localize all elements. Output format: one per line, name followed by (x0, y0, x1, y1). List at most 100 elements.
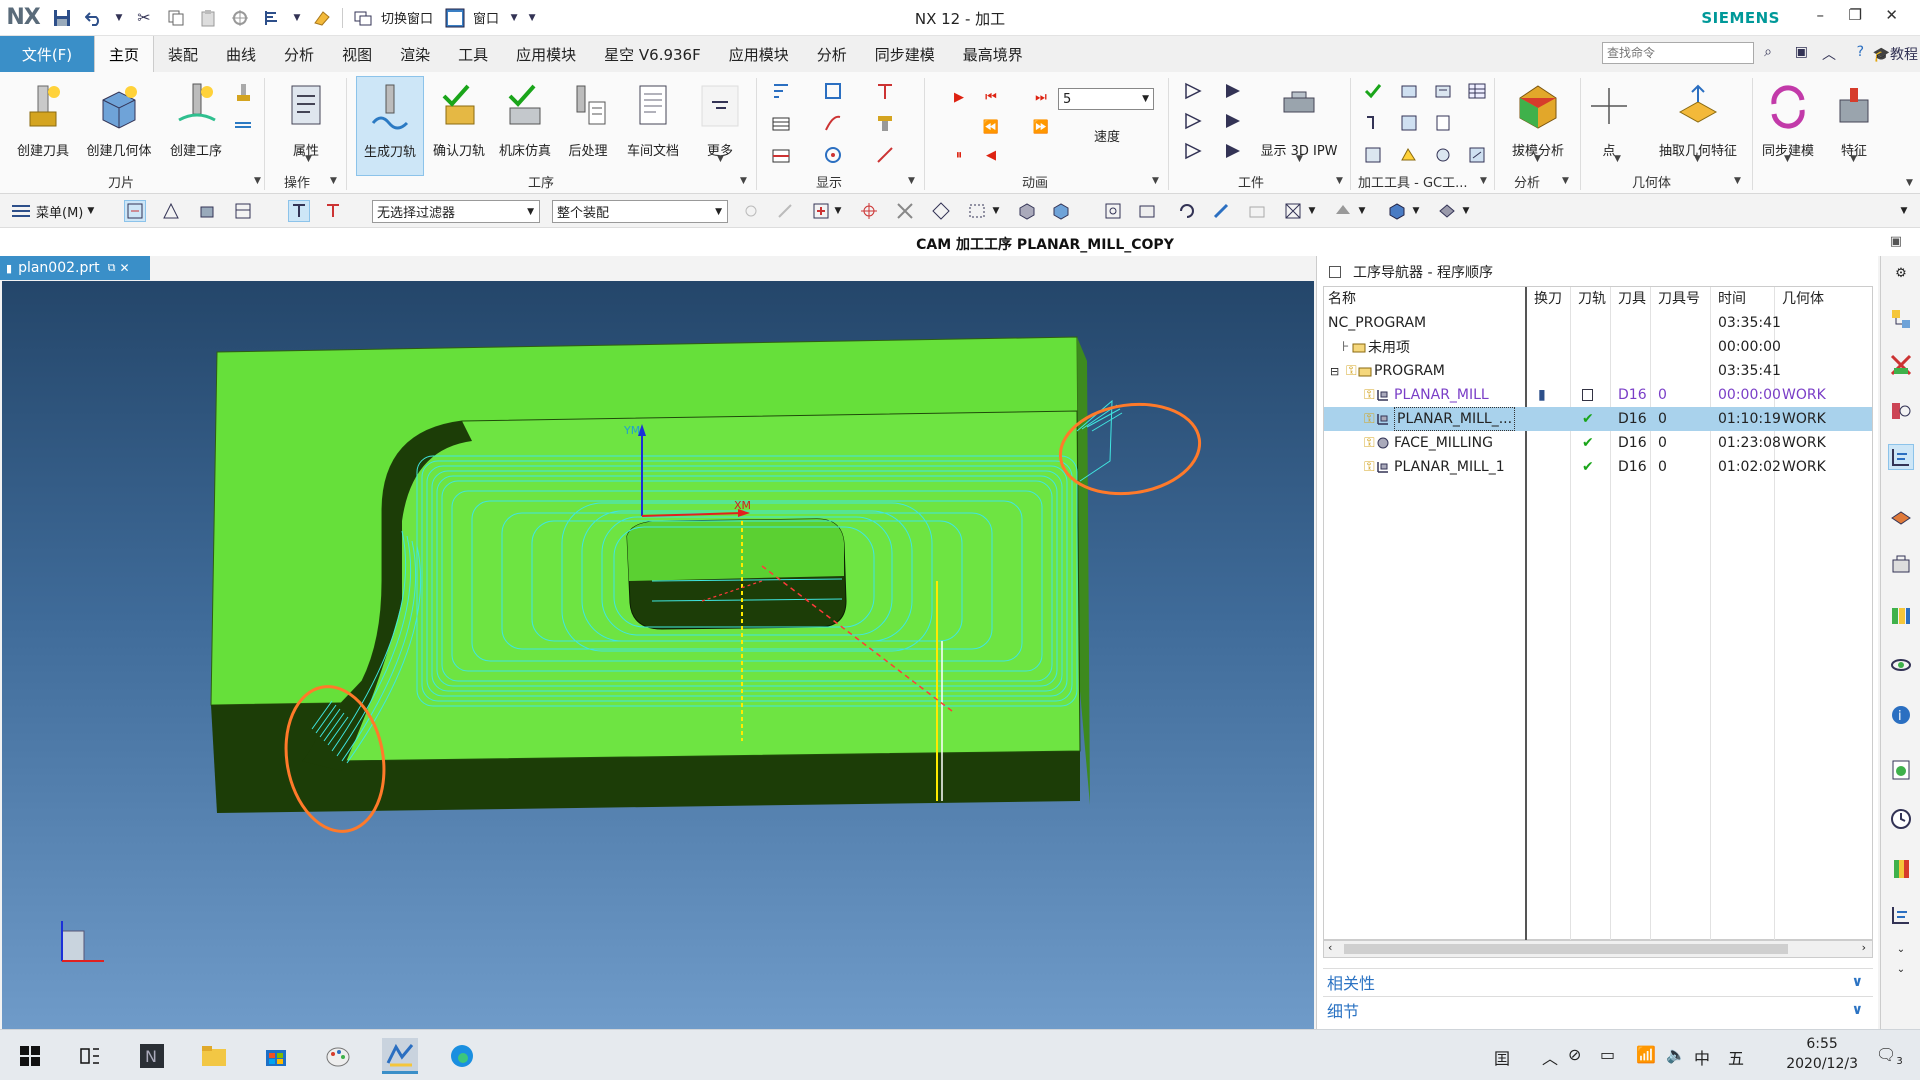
save-icon[interactable] (49, 5, 75, 31)
select-sphere-icon[interactable] (930, 200, 952, 222)
create-geometry-button[interactable]: 创建几何体 (80, 76, 158, 176)
fast-back-icon[interactable]: ⏪ (980, 116, 1002, 138)
toolbar-more-icon[interactable]: ▼ (1898, 200, 1910, 222)
wireframe-view-icon[interactable] (1050, 200, 1072, 222)
orient-view-icon[interactable] (1246, 200, 1268, 222)
chevron-down-icon[interactable]: ▼ (113, 5, 125, 31)
eraser-icon[interactable] (309, 5, 335, 31)
copy-icon[interactable] (163, 5, 189, 31)
gc-tool-5-icon[interactable] (1362, 112, 1384, 134)
table-row[interactable]: ⚿ PLANAR_MILL_1 ✔ D16 0 01:02:02 WORK (1324, 455, 1872, 479)
collapse-ribbon-icon[interactable]: ︿ (1822, 44, 1836, 64)
group-workpiece-expand-icon[interactable]: ▼ (1336, 176, 1343, 186)
select-component-icon[interactable] (232, 200, 254, 222)
table-row[interactable]: ⚿ PLANAR_MILL ▮ D16 0 00:00:00 WORK (1324, 383, 1872, 407)
select-feature-icon[interactable] (124, 200, 146, 222)
table-row[interactable]: ⊦ 未用项 00:00:00 (1324, 335, 1872, 359)
info-icon[interactable]: i (1888, 702, 1914, 728)
command-finder-icon[interactable] (259, 5, 285, 31)
constraint-navigator-icon[interactable] (1888, 398, 1914, 424)
file-menu-button[interactable]: 文件(F) (0, 36, 94, 72)
dependencies-panel-header[interactable]: 相关性 ∨ (1323, 968, 1873, 994)
workpiece-view-4-icon[interactable] (1222, 110, 1244, 132)
gc-tool-11-icon[interactable] (1466, 144, 1488, 166)
help-icon[interactable]: ? (1857, 44, 1864, 60)
play-icon[interactable]: ▶ (948, 86, 970, 108)
chevron-down-icon[interactable]: ▼ (1356, 200, 1368, 222)
detach-tab-icon[interactable]: ⧉ (108, 261, 116, 275)
operation-navigator-icon[interactable] (1888, 444, 1914, 470)
gc-tool-2-icon[interactable] (1398, 80, 1420, 102)
restore-icon[interactable]: ❐ (1849, 6, 1862, 24)
chevron-down-icon[interactable]: ▼ (305, 154, 312, 164)
fast-forward-icon[interactable]: ⏩ (1030, 116, 1052, 138)
shop-documentation-button[interactable]: 车间文档 (620, 76, 686, 176)
mill-area-icon[interactable] (232, 112, 254, 134)
display-hatch-icon[interactable] (770, 112, 792, 134)
tab-view[interactable]: 视图 (328, 36, 386, 72)
snap-endpoint-icon[interactable] (288, 200, 310, 222)
gc-tool-8-icon[interactable] (1362, 144, 1384, 166)
group-operations-expand-icon[interactable]: ▼ (330, 176, 337, 186)
web-browser-icon[interactable] (1888, 756, 1914, 782)
gc-tool-10-icon[interactable] (1432, 144, 1454, 166)
chevron-down-icon[interactable]: ▼ (1784, 154, 1791, 164)
paste-icon[interactable] (195, 5, 221, 31)
step-back-icon[interactable]: ⏮ (980, 86, 1002, 108)
chevron-down-icon[interactable]: ▼ (1534, 154, 1541, 164)
edge-display-icon[interactable] (1386, 200, 1408, 222)
display-filter-icon[interactable] (770, 80, 792, 102)
create-tool-button[interactable]: 创建刀具 (8, 76, 78, 176)
col-header-time[interactable]: 时间 (1714, 287, 1746, 309)
col-header-tool[interactable]: 刀具 (1614, 287, 1646, 309)
tab-analysis[interactable]: 分析 (270, 36, 328, 72)
display-select-icon[interactable] (822, 80, 844, 102)
chevron-down-icon[interactable]: ▼ (1410, 200, 1422, 222)
generate-toolpath-button[interactable]: 生成刀轨 (356, 76, 424, 176)
tool-small-icon[interactable] (232, 82, 254, 104)
graphics-viewport[interactable]: YM XM (2, 281, 1314, 1029)
gc-tool-1-icon[interactable] (1362, 80, 1384, 102)
close-tab-icon[interactable]: ✕ (119, 261, 129, 275)
horizontal-scrollbar[interactable]: ‹ › (1323, 940, 1873, 958)
edge-browser-icon[interactable] (444, 1038, 480, 1074)
window-icon[interactable] (442, 5, 468, 31)
group-insert-expand-icon[interactable]: ▼ (254, 176, 261, 186)
gc-tool-4-icon[interactable] (1466, 80, 1488, 102)
assembly-navigator-icon[interactable] (1888, 352, 1914, 378)
display-curve-icon[interactable] (822, 112, 844, 134)
col-header-tool-number[interactable]: 刀具号 (1654, 287, 1700, 309)
chevron-down-icon[interactable]: ▼ (1850, 154, 1857, 164)
speed-select[interactable]: 5 ▼ (1058, 88, 1154, 110)
settings-gear-icon[interactable]: ⚙ (1888, 260, 1914, 286)
selection-filter-select[interactable]: 无选择过滤器 ▼ (372, 200, 540, 223)
select-box-icon[interactable] (966, 200, 988, 222)
gc-tool-6-icon[interactable] (1398, 112, 1420, 134)
navigator-toggle-checkbox[interactable] (1329, 266, 1341, 278)
switch-window-icon[interactable] (350, 5, 376, 31)
chevron-down-icon[interactable]: ▼ (291, 5, 303, 31)
scroll-left-icon[interactable]: ‹ (1328, 941, 1332, 954)
ribbon-more-icon[interactable]: ▼ (1906, 178, 1913, 188)
part-navigator-icon[interactable] (1888, 306, 1914, 332)
display-tool-icon[interactable] (874, 112, 896, 134)
visibility-eye-icon[interactable] (1888, 652, 1914, 678)
display-section-icon[interactable] (770, 144, 792, 166)
tutorial-button[interactable]: 🎓教程 (1873, 44, 1918, 64)
col-header-geometry[interactable]: 几何体 (1778, 287, 1824, 309)
system-materials-icon[interactable] (1888, 856, 1914, 882)
window-menu-button[interactable]: 窗口 (473, 8, 499, 27)
tab-home[interactable]: 主页 (94, 36, 155, 72)
machine-tool-navigator-icon[interactable] (1888, 504, 1914, 530)
roles-icon[interactable] (1888, 902, 1914, 928)
group-display-expand-icon[interactable]: ▼ (908, 176, 915, 186)
workpiece-view-6-icon[interactable] (1222, 140, 1244, 162)
store-icon[interactable] (258, 1038, 294, 1074)
col-header-name[interactable]: 名称 (1324, 287, 1356, 309)
file-explorer-icon[interactable] (196, 1038, 232, 1074)
workpiece-view-5-icon[interactable] (1182, 140, 1204, 162)
show-hidden-icons-icon[interactable]: ︿ (1542, 1045, 1558, 1069)
fit-view-icon[interactable] (1102, 200, 1124, 222)
scroll-right-icon[interactable]: › (1862, 941, 1866, 954)
rotate-icon[interactable] (1176, 200, 1198, 222)
